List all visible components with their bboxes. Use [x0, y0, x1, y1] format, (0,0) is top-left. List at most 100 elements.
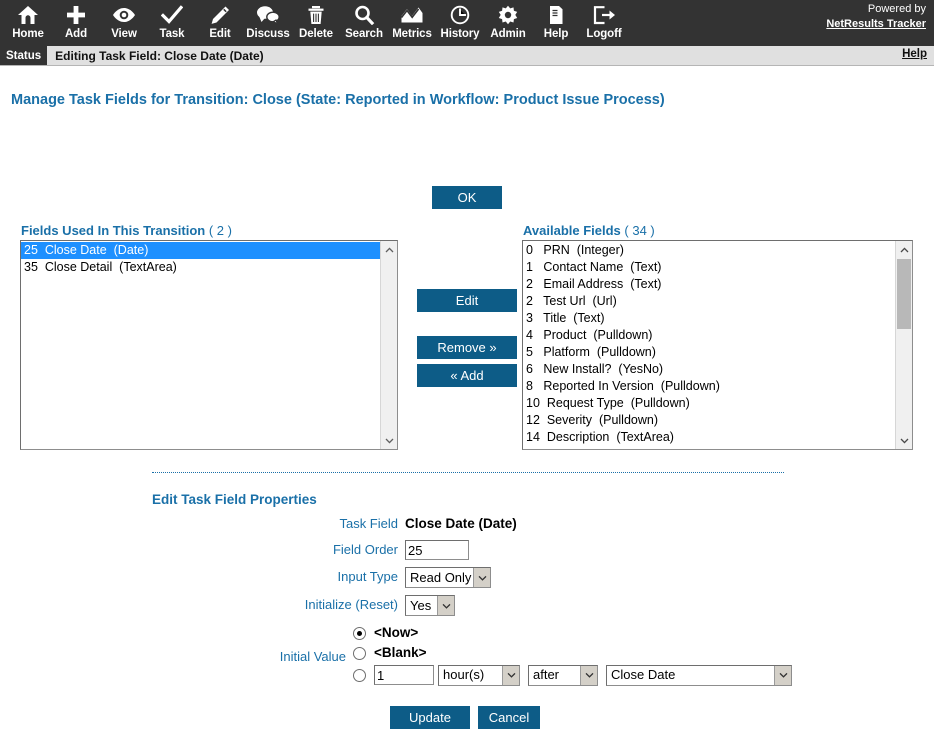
available-fields-title: Available Fields ( 34 ) [523, 223, 655, 238]
trash-icon [305, 3, 327, 26]
edit-field-button[interactable]: Edit [417, 289, 517, 312]
radio-blank[interactable] [353, 646, 366, 660]
home-icon [17, 3, 39, 26]
document-icon [545, 3, 567, 26]
list-item[interactable]: 10 Request Type (Pulldown) [523, 395, 895, 412]
available-fields-scrollbar[interactable] [895, 241, 912, 449]
scroll-up-icon[interactable] [381, 241, 397, 258]
used-fields-items[interactable]: 25 Close Date (Date) 35 Close Detail (Tex… [21, 241, 380, 449]
used-fields-count: ( 2 ) [208, 223, 232, 238]
list-item[interactable]: 12 Severity (Pulldown) [523, 412, 895, 429]
toolbar-item-metrics[interactable]: Metrics [388, 0, 436, 46]
add-field-button[interactable]: « Add [417, 364, 517, 387]
chevron-down-icon [502, 665, 519, 685]
initial-value-option-now[interactable]: <Now> [353, 623, 792, 643]
toolbar-label-history: History [440, 28, 480, 40]
row-initial-value: Initial Value <Now> <Blank> hour(s) [152, 623, 792, 687]
toolbar-item-edit[interactable]: Edit [196, 0, 244, 46]
toolbar-label-edit: Edit [209, 28, 231, 40]
available-fields-title-text: Available Fields [523, 223, 621, 238]
list-item[interactable]: 2 Test Url (Url) [523, 293, 895, 310]
toolbar-label-search: Search [345, 28, 383, 40]
toolbar-label-add: Add [64, 28, 88, 40]
task-field-label: Task Field [339, 516, 398, 531]
task-field-value: Close Date (Date) [405, 516, 517, 531]
initial-value-option-offset[interactable]: hour(s) after Close Date [353, 663, 792, 687]
list-item[interactable]: 4 Product (Pulldown) [523, 327, 895, 344]
list-item[interactable]: 35 Close Detail (TextArea) [21, 259, 380, 276]
toolbar-label-admin: Admin [490, 28, 526, 40]
input-type-label: Input Type [337, 569, 398, 584]
initial-value-option-blank[interactable]: <Blank> [353, 643, 792, 663]
offset-direction-value: after [533, 667, 560, 683]
page-body: Manage Task Fields for Transition: Close… [0, 66, 934, 743]
list-item[interactable]: 25 Close Date (Date) [21, 242, 380, 259]
scroll-down-icon[interactable] [896, 432, 912, 449]
available-fields-count: ( 34 ) [624, 223, 655, 238]
list-item[interactable]: 2 Email Address (Text) [523, 276, 895, 293]
toolbar-label-discuss: Discuss [246, 28, 290, 40]
input-type-select[interactable]: Read Only [405, 567, 491, 589]
gear-icon [497, 3, 519, 26]
toolbar-item-search[interactable]: Search [340, 0, 388, 46]
offset-field-select[interactable]: Close Date [606, 664, 792, 686]
offset-direction-select[interactable]: after [528, 664, 598, 686]
used-fields-title-text: Fields Used In This Transition [21, 223, 206, 238]
check-icon [161, 3, 183, 26]
used-fields-scrollbar[interactable] [380, 241, 397, 449]
netresults-tracker-link[interactable]: NetResults Tracker [826, 17, 926, 32]
initialize-value: Yes [410, 598, 432, 614]
scroll-up-icon[interactable] [896, 241, 912, 258]
scrollbar-thumb[interactable] [897, 259, 911, 329]
status-badge: Status [0, 46, 48, 65]
cancel-button[interactable]: Cancel [478, 706, 540, 729]
offset-controls: hour(s) after Close Date [374, 664, 792, 686]
radio-offset[interactable] [353, 668, 366, 682]
toolbar-label-help: Help [543, 28, 569, 40]
ok-button-top[interactable]: OK [432, 186, 502, 209]
available-fields-items[interactable]: 0 PRN (Integer) 1 Contact Name (Text) 2 Em… [523, 241, 895, 449]
list-item[interactable]: 6 New Install? (YesNo) [523, 361, 895, 378]
status-help-link[interactable]: Help [902, 48, 927, 60]
top-toolbar: Home Add View Task Edit Discuss Delete S… [0, 0, 934, 46]
input-type-value: Read Only [410, 570, 472, 586]
toolbar-item-view[interactable]: View [100, 0, 148, 46]
used-fields-listbox[interactable]: 25 Close Date (Date) 35 Close Detail (Tex… [20, 240, 398, 450]
eye-icon [112, 3, 136, 26]
toolbar-item-help[interactable]: Help [532, 0, 580, 46]
toolbar-item-discuss[interactable]: Discuss [244, 0, 292, 46]
initialize-select[interactable]: Yes [405, 595, 455, 617]
pencil-icon [209, 3, 231, 26]
toolbar-item-task[interactable]: Task [148, 0, 196, 46]
list-item[interactable]: 3 Title (Text) [523, 310, 895, 327]
toolbar-label-logoff: Logoff [586, 28, 622, 40]
divider-top [152, 472, 784, 473]
offset-unit-select[interactable]: hour(s) [438, 664, 520, 686]
update-button[interactable]: Update [390, 706, 470, 729]
toolbar-label-home: Home [12, 28, 44, 40]
list-item[interactable]: 5 Platform (Pulldown) [523, 344, 895, 361]
toolbar-item-delete[interactable]: Delete [292, 0, 340, 46]
toolbar-item-logoff[interactable]: Logoff [580, 0, 628, 46]
status-message: Editing Task Field: Close Date (Date) [55, 48, 264, 63]
field-order-label: Field Order [332, 542, 398, 557]
offset-unit-value: hour(s) [443, 667, 485, 683]
form-action-buttons: Update Cancel [390, 706, 540, 729]
toolbar-item-admin[interactable]: Admin [484, 0, 532, 46]
list-item[interactable]: 1 Contact Name (Text) [523, 259, 895, 276]
speech-bubbles-icon [256, 3, 280, 26]
radio-now[interactable] [353, 626, 366, 640]
list-item[interactable]: 8 Reported In Version (Pulldown) [523, 378, 895, 395]
field-order-input[interactable] [405, 540, 469, 560]
toolbar-item-home[interactable]: Home [4, 0, 52, 46]
available-fields-listbox[interactable]: 0 PRN (Integer) 1 Contact Name (Text) 2 Em… [522, 240, 913, 450]
toolbar-item-history[interactable]: History [436, 0, 484, 46]
list-item[interactable]: 0 PRN (Integer) [523, 242, 895, 259]
remove-field-button[interactable]: Remove » [417, 336, 517, 359]
offset-amount-input[interactable] [374, 665, 434, 686]
powered-by-block: Powered by NetResults Tracker [826, 2, 926, 32]
list-item[interactable]: 14 Description (TextArea) [523, 429, 895, 446]
scroll-down-icon[interactable] [381, 432, 397, 449]
toolbar-label-view: View [111, 28, 137, 40]
toolbar-item-add[interactable]: Add [52, 0, 100, 46]
